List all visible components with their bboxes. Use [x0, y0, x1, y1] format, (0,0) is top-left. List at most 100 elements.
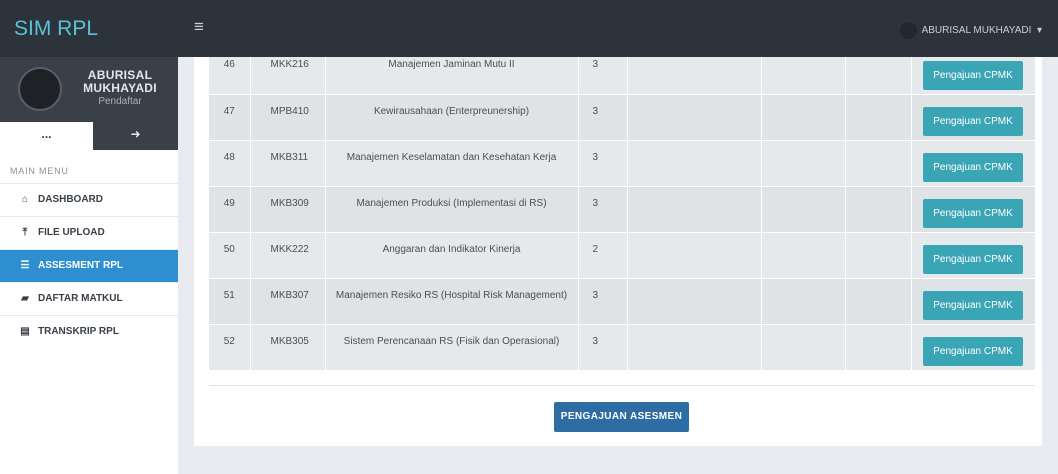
- row-number: 49: [209, 186, 251, 233]
- sidebar-menu: ⌂ DASHBOARD ⤒ FILE UPLOAD ☰ ASSESMENT RPL ▰…: [0, 183, 178, 348]
- menu-header: MAIN MENU: [10, 166, 69, 176]
- row-number: 47: [209, 94, 251, 141]
- pengajuan-cpmk-button[interactable]: Pengajuan CPMK: [923, 198, 1023, 228]
- pengajuan-cpmk-button[interactable]: Pengajuan CPMK: [923, 290, 1023, 320]
- sidebar-item-transkrip-rpl[interactable]: ▤ TRANSKRIP RPL: [0, 315, 178, 348]
- empty-cell: [845, 140, 912, 187]
- upload-icon: ⤒: [22, 227, 28, 238]
- course-code: MKB307: [250, 278, 326, 325]
- row-number: 50: [209, 232, 251, 279]
- action-cell: Pengajuan CPMK: [911, 278, 1036, 325]
- course-name: Manajemen Keselamatan dan Kesehatan Kerj…: [325, 140, 579, 187]
- more-icon[interactable]: ...: [0, 122, 93, 150]
- pengajuan-cpmk-button[interactable]: Pengajuan CPMK: [923, 106, 1023, 136]
- user-panel: ABURISAL MUKHAYADI Pendaftar: [0, 57, 178, 122]
- course-name: Kewirausahaan (Enterpreunership): [325, 94, 579, 141]
- action-cell: Pengajuan CPMK: [911, 57, 1036, 95]
- sidebar-tabs: ... ➜: [0, 122, 178, 150]
- table-row: 46 MKK216 Manajemen Jaminan Mutu II 3 Pengaj…: [209, 57, 1036, 95]
- sidebar-item-label: TRANSKRIP RPL: [38, 326, 119, 337]
- menu-toggle-icon[interactable]: ≡: [194, 17, 204, 37]
- empty-cell: [627, 186, 762, 233]
- pengajuan-cpmk-button[interactable]: Pengajuan CPMK: [923, 336, 1023, 366]
- user-dropdown[interactable]: ABURISAL MUKHAYADI ▾: [899, 22, 1042, 39]
- chevron-down-icon: ▾: [1036, 25, 1042, 37]
- course-name: Anggaran dan Indikator Kinerja: [325, 232, 579, 279]
- table-row: 51 MKB307 Manajemen Resiko RS (Hospital Ri…: [209, 278, 1036, 325]
- action-cell: Pengajuan CPMK: [911, 324, 1036, 371]
- empty-cell: [627, 278, 762, 325]
- action-cell: Pengajuan CPMK: [911, 232, 1036, 279]
- course-name: Sistem Perencanaan RS (Fisik dan Operasi…: [325, 324, 579, 371]
- row-number: 52: [209, 324, 251, 371]
- course-sks: 3: [578, 186, 628, 233]
- user-role: Pendaftar: [98, 96, 142, 107]
- sidebar-item-label: FILE UPLOAD: [38, 227, 105, 238]
- book-icon: ▰: [21, 293, 29, 304]
- row-number: 51: [209, 278, 251, 325]
- empty-cell: [761, 94, 846, 141]
- top-navbar: ≡ ABURISAL MUKHAYADI ▾: [178, 0, 1058, 57]
- action-cell: Pengajuan CPMK: [911, 94, 1036, 141]
- logout-icon[interactable]: ➜: [93, 122, 178, 150]
- empty-cell: [845, 186, 912, 233]
- course-sks: 3: [578, 278, 628, 325]
- sidebar-item-label: ASSESMENT RPL: [38, 260, 124, 271]
- empty-cell: [627, 232, 762, 279]
- sidebar-item-dashboard[interactable]: ⌂ DASHBOARD: [0, 183, 178, 216]
- course-code: MKB305: [250, 324, 326, 371]
- course-code: MKB311: [250, 140, 326, 187]
- empty-cell: [761, 232, 846, 279]
- empty-cell: [845, 324, 912, 371]
- empty-cell: [627, 324, 762, 371]
- course-code: MPB410: [250, 94, 326, 141]
- action-cell: Pengajuan CPMK: [911, 186, 1036, 233]
- table-row: 47 MPB410 Kewirausahaan (Enterpreunership)…: [209, 94, 1036, 141]
- course-sks: 3: [578, 57, 628, 95]
- user-avatar-icon: [899, 22, 917, 39]
- user-name: ABURISAL MUKHAYADI: [83, 68, 157, 95]
- row-number: 46: [209, 57, 251, 95]
- sidebar-item-file-upload[interactable]: ⤒ FILE UPLOAD: [0, 216, 178, 249]
- pengajuan-cpmk-button[interactable]: Pengajuan CPMK: [923, 244, 1023, 274]
- empty-cell: [627, 94, 762, 141]
- empty-cell: [845, 278, 912, 325]
- brand-logo[interactable]: SIM RPL: [0, 0, 178, 57]
- empty-cell: [761, 140, 846, 187]
- course-code: MKK222: [250, 232, 326, 279]
- content-card: 46 MKK216 Manajemen Jaminan Mutu II 3 Pengaj…: [194, 57, 1042, 446]
- pengajuan-asesmen-button[interactable]: PENGAJUAN ASESMEN: [554, 402, 689, 432]
- course-sks: 3: [578, 324, 628, 371]
- pengajuan-cpmk-button[interactable]: Pengajuan CPMK: [923, 152, 1023, 182]
- file-icon: ▤: [20, 326, 30, 337]
- avatar: [18, 67, 62, 111]
- table-row: 49 MKB309 Manajemen Produksi (Implementasi…: [209, 186, 1036, 233]
- list-icon: ☰: [20, 260, 30, 271]
- home-icon: ⌂: [21, 194, 29, 205]
- course-sks: 2: [578, 232, 628, 279]
- user-dropdown-label: ABURISAL MUKHAYADI: [921, 25, 1032, 37]
- sidebar-item-daftar-matkul[interactable]: ▰ DAFTAR MATKUL: [0, 282, 178, 315]
- empty-cell: [761, 186, 846, 233]
- course-name: Manajemen Jaminan Mutu II: [325, 57, 579, 95]
- course-sks: 3: [578, 94, 628, 141]
- empty-cell: [845, 232, 912, 279]
- course-name: Manajemen Produksi (Implementasi di RS): [325, 186, 579, 233]
- course-sks: 3: [578, 140, 628, 187]
- sidebar-item-label: DASHBOARD: [38, 194, 103, 205]
- course-code: MKB309: [250, 186, 326, 233]
- empty-cell: [627, 140, 762, 187]
- sidebar-item-assesment-rpl[interactable]: ☰ ASSESMENT RPL: [0, 249, 178, 282]
- empty-cell: [845, 57, 912, 95]
- pengajuan-cpmk-button[interactable]: Pengajuan CPMK: [923, 60, 1023, 90]
- action-cell: Pengajuan CPMK: [911, 140, 1036, 187]
- sidebar-item-label: DAFTAR MATKUL: [38, 293, 123, 304]
- divider: [209, 385, 1035, 386]
- empty-cell: [761, 278, 846, 325]
- table-row: 52 MKB305 Sistem Perencanaan RS (Fisik dan…: [209, 324, 1036, 371]
- sidebar: SIM RPL ABURISAL MUKHAYADI Pendaftar ...…: [0, 0, 178, 474]
- course-code: MKK216: [250, 57, 326, 95]
- empty-cell: [761, 324, 846, 371]
- table-row: 48 MKB311 Manajemen Keselamatan dan Keseha…: [209, 140, 1036, 187]
- empty-cell: [845, 94, 912, 141]
